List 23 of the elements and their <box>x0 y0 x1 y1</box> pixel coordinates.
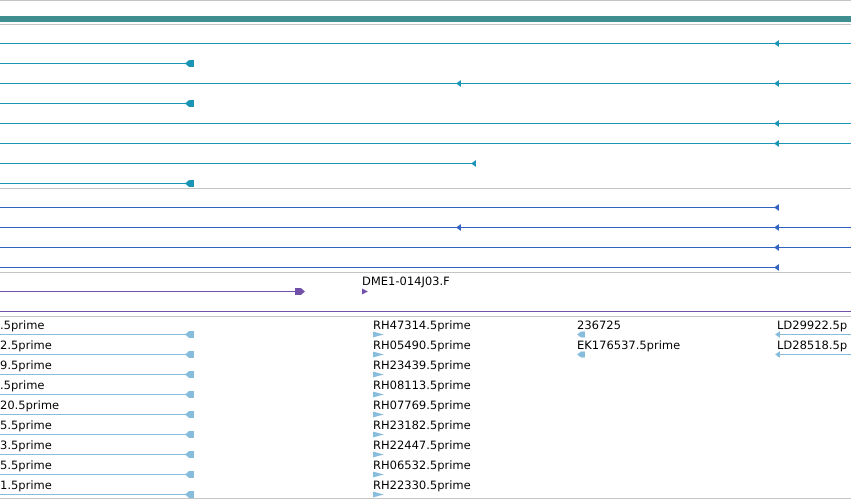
feature-label: RH05490.5prime <box>373 338 471 352</box>
feature-label: .5prime <box>0 318 44 332</box>
feature-label: RH08113.5prime <box>373 378 471 392</box>
feature-label: RH22447.5prime <box>373 438 471 452</box>
feature-label: RH23439.5prime <box>373 358 471 372</box>
feature-label: RH06532.5prime <box>373 458 471 472</box>
feature-label: 20.5prime <box>0 398 60 412</box>
feature-label: DME1-014J03.F <box>362 274 450 288</box>
feature-label: 2.5prime <box>0 338 52 352</box>
feature-label: 9.5prime <box>0 358 52 372</box>
feature-label: RH23182.5prime <box>373 418 471 432</box>
feature-label: 236725 <box>577 318 621 332</box>
feature-label: RH47314.5prime <box>373 318 471 332</box>
feature-label: EK176537.5prime <box>577 338 680 352</box>
feature-label: RH07769.5prime <box>373 398 471 412</box>
feature-label: LD28518.5p <box>777 338 848 352</box>
feature-label: 5.5prime <box>0 458 52 472</box>
feature-label: .5prime <box>0 378 44 392</box>
feature-label: 5.5prime <box>0 418 52 432</box>
feature-label: 1.5prime <box>0 478 52 492</box>
feature-label: RH22330.5prime <box>373 478 471 492</box>
feature-label: 3.5prime <box>0 438 52 452</box>
feature-label: LD29922.5p <box>777 318 848 332</box>
